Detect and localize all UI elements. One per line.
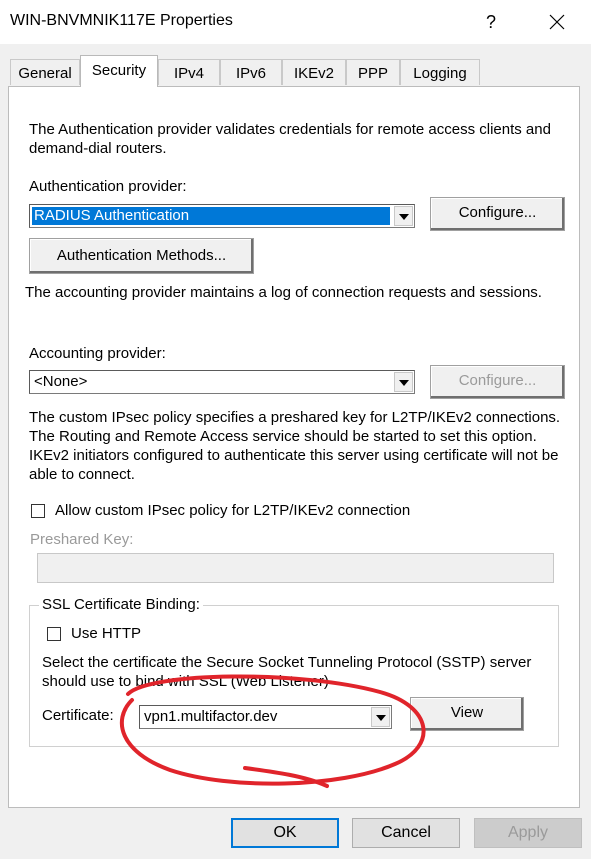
title-bar: WIN-BNVMNIK117E Properties ? [0,0,591,44]
accounting-provider-select[interactable]: <None> [29,370,415,394]
auth-description: The Authentication provider validates cr… [29,121,551,157]
ipsec-checkbox-label[interactable]: Allow custom IPsec policy for L2TP/IKEv2… [55,501,410,520]
use-http-label[interactable]: Use HTTP [71,624,141,643]
ssl-description: Select the certificate the Secure Socket… [42,654,532,690]
tab-ipv6[interactable]: IPv6 [220,59,282,85]
preshared-key-input[interactable] [37,553,554,583]
accounting-provider-value: <None> [34,373,88,390]
tab-ipv4[interactable]: IPv4 [158,59,220,85]
window-title: WIN-BNVMNIK117E Properties [10,12,233,29]
security-tab-panel: The Authentication provider validates cr… [8,86,580,808]
tab-logging[interactable]: Logging [400,59,480,85]
auth-provider-value: RADIUS Authentication [32,207,390,225]
ipsec-checkbox[interactable] [31,504,45,518]
chevron-down-icon[interactable] [394,372,413,392]
ok-button[interactable]: OK [231,818,339,848]
ssl-group-label: SSL Certificate Binding: [39,596,203,613]
certificate-value: vpn1.multifactor.dev [144,708,278,725]
certificate-label: Certificate: [42,707,114,724]
preshared-key-label: Preshared Key: [30,531,134,548]
chevron-down-icon[interactable] [371,707,390,727]
view-certificate-button[interactable]: View [410,697,524,731]
accounting-description: The accounting provider maintains a log … [25,284,542,301]
chevron-down-icon[interactable] [394,206,413,226]
ipsec-description: The custom IPsec policy specifies a pres… [29,409,561,483]
use-http-checkbox[interactable] [47,627,61,641]
accounting-configure-button[interactable]: Configure... [430,365,565,399]
auth-configure-button[interactable]: Configure... [430,197,565,231]
tab-security[interactable]: Security [80,55,158,87]
tab-ppp[interactable]: PPP [346,59,400,85]
certificate-select[interactable]: vpn1.multifactor.dev [139,705,392,729]
tab-ikev2[interactable]: IKEv2 [282,59,346,85]
auth-provider-select[interactable]: RADIUS Authentication [29,204,415,228]
auth-provider-label: Authentication provider: [29,178,187,195]
cancel-button[interactable]: Cancel [352,818,460,848]
accounting-provider-label: Accounting provider: [29,345,166,362]
close-button[interactable] [540,6,574,38]
close-icon [549,14,565,30]
help-button[interactable]: ? [476,8,506,36]
apply-button[interactable]: Apply [474,818,582,848]
auth-methods-button[interactable]: Authentication Methods... [29,238,254,274]
tab-general[interactable]: General [10,59,80,85]
